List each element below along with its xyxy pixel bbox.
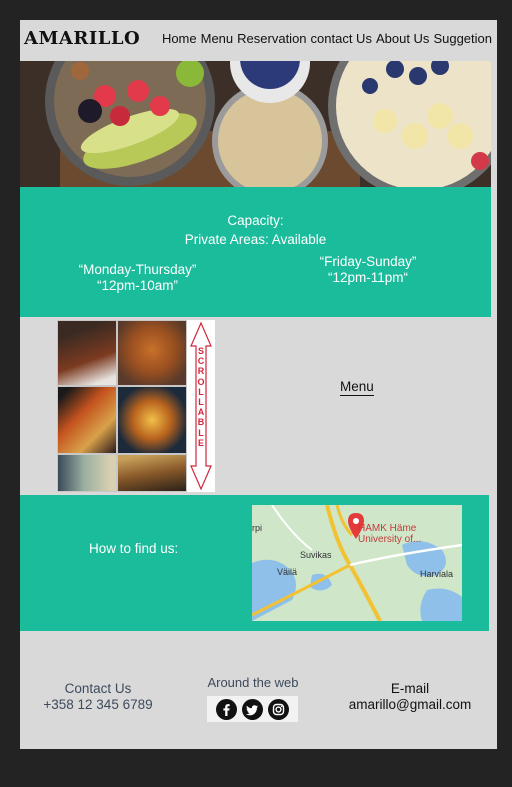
location-map[interactable]: HAMK Häme University of... Suvikas Väilä… bbox=[252, 505, 462, 621]
map-place-name: HAMK Häme bbox=[358, 523, 417, 534]
nav-about[interactable]: About Us bbox=[376, 31, 429, 46]
collage-image-pizza bbox=[117, 320, 187, 386]
menu-link[interactable]: Menu bbox=[340, 379, 374, 396]
nav-reservation[interactable]: Reservation bbox=[237, 31, 306, 46]
collage-image-salad bbox=[57, 454, 117, 492]
capacity-title: Capacity: bbox=[227, 213, 284, 228]
find-us-section: How to find us: HAMK Häme University of.… bbox=[20, 495, 489, 631]
facebook-icon[interactable] bbox=[216, 698, 237, 720]
page: AMARILLO Home Menu Reservation contact U… bbox=[20, 20, 497, 749]
email-address[interactable]: amarillo@gmail.com bbox=[340, 697, 480, 713]
weekend-hours-text: “12pm-11pm“ bbox=[327, 270, 409, 285]
menu-section: SCROLLABLE Menu bbox=[20, 317, 491, 495]
logo[interactable]: AMARILLO bbox=[24, 28, 140, 49]
weekend-hours: “Friday-Sunday” “12pm-11pm“ bbox=[313, 254, 423, 286]
map-label-vaila: Väilä bbox=[277, 567, 298, 577]
collage-image-steak bbox=[57, 320, 117, 386]
map-label-suvikas: Suvikas bbox=[300, 550, 332, 560]
scroll-label: SCROLLABLE bbox=[197, 346, 205, 448]
contact-phone[interactable]: +358 12 345 6789 bbox=[38, 697, 158, 713]
collage-image-bread bbox=[117, 454, 187, 492]
find-us-label: How to find us: bbox=[89, 541, 179, 556]
email-block: E-mail amarillo@gmail.com bbox=[340, 681, 480, 713]
site-footer: Contact Us +358 12 345 6789 Around the w… bbox=[20, 631, 497, 749]
food-collage[interactable] bbox=[57, 320, 187, 492]
private-areas-text: Private Areas: Available bbox=[184, 232, 327, 247]
weekend-days-text: “Friday-Sunday” bbox=[319, 254, 417, 269]
weekday-days-text: “Monday-Thursday” bbox=[78, 262, 197, 277]
social-links bbox=[207, 696, 298, 722]
nav-home[interactable]: Home bbox=[162, 31, 197, 46]
twitter-icon[interactable] bbox=[242, 698, 263, 720]
capacity-section: Capacity: Private Areas: Available “Mond… bbox=[20, 187, 491, 317]
map-label-harviala: Harviala bbox=[420, 569, 454, 579]
contact-block: Contact Us +358 12 345 6789 bbox=[38, 681, 158, 713]
weekday-hours: “Monday-Thursday” “12pm-10am” bbox=[75, 262, 200, 294]
contact-title: Contact Us bbox=[64, 681, 132, 696]
food-bowls-image bbox=[20, 61, 491, 187]
map-place-sub: University of... bbox=[358, 534, 422, 545]
instagram-icon[interactable] bbox=[268, 698, 289, 720]
main-nav: Home Menu Reservation contact Us About U… bbox=[162, 31, 492, 46]
nav-menu[interactable]: Menu bbox=[201, 31, 234, 46]
collage-image-dishes bbox=[57, 386, 117, 454]
weekday-hours-text: “12pm-10am” bbox=[96, 278, 179, 293]
collage-image-bowls bbox=[117, 386, 187, 454]
nav-contact[interactable]: contact Us bbox=[311, 31, 372, 46]
site-header: AMARILLO Home Menu Reservation contact U… bbox=[20, 20, 497, 60]
map-label-rpi: rpi bbox=[252, 523, 263, 533]
nav-suggestion[interactable]: Suggetion bbox=[433, 31, 492, 46]
scroll-indicator[interactable]: SCROLLABLE bbox=[187, 320, 215, 492]
hero-image bbox=[20, 61, 491, 187]
email-title: E-mail bbox=[390, 681, 430, 696]
map-graphic bbox=[252, 505, 462, 621]
around-web-title: Around the web bbox=[207, 675, 299, 690]
